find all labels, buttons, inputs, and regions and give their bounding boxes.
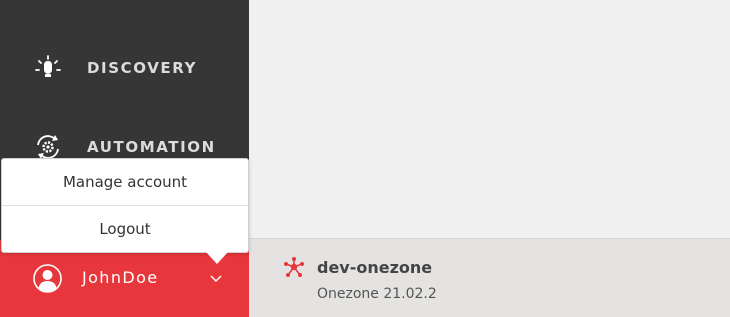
- zone-footer: dev-onezone Onezone 21.02.2: [249, 238, 730, 317]
- sidebar-item-label: AUTOMATION: [87, 138, 216, 156]
- lightbulb-icon: [33, 53, 63, 83]
- zone-name: dev-onezone: [317, 258, 433, 277]
- sidebar-item-discovery[interactable]: DISCOVERY: [0, 33, 249, 103]
- user-avatar-icon: [33, 264, 62, 293]
- dropdown-arrow: [206, 252, 228, 264]
- network-nodes-icon: [283, 256, 305, 278]
- sidebar-item-label: DISCOVERY: [87, 59, 198, 77]
- logout-item[interactable]: Logout: [2, 206, 248, 252]
- chevron-down-icon: [208, 270, 224, 286]
- main-content-area: [249, 0, 730, 238]
- zone-version: Onezone 21.02.2: [317, 286, 437, 302]
- username: JohnDoe: [82, 268, 159, 287]
- user-dropdown-menu: Manage account Logout: [1, 158, 249, 264]
- manage-account-item[interactable]: Manage account: [2, 159, 248, 205]
